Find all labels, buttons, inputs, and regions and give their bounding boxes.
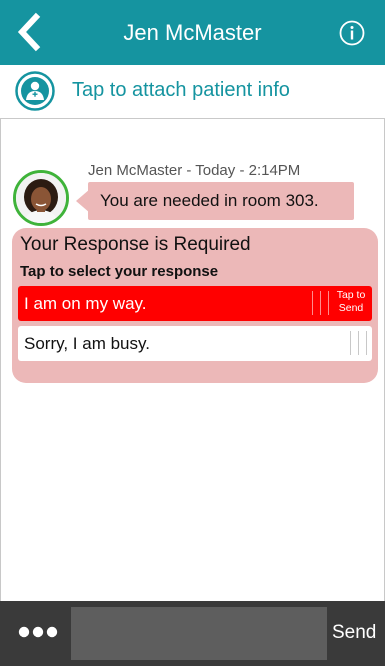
- response-option-on-my-way[interactable]: I am on my way. Tap to Send: [18, 286, 372, 321]
- response-option-label: Sorry, I am busy.: [24, 334, 150, 353]
- drag-handle-line: [320, 291, 321, 315]
- attach-patient-info-row[interactable]: Tap to attach patient info: [0, 65, 385, 119]
- patient-icon: [15, 71, 55, 111]
- response-title: Your Response is Required: [20, 234, 251, 255]
- response-option-busy[interactable]: Sorry, I am busy.: [18, 326, 372, 361]
- info-icon: [339, 20, 365, 46]
- more-options-button[interactable]: [18, 624, 60, 640]
- response-instruction: Tap to select your response: [20, 263, 219, 280]
- message-meta: Jen McMaster - Today - 2:14PM: [88, 162, 301, 179]
- info-button[interactable]: [339, 20, 365, 46]
- message-input[interactable]: [71, 607, 327, 660]
- drag-handle-line: [358, 331, 359, 355]
- drag-handle-line: [350, 331, 351, 355]
- response-option-label: I am on my way.: [24, 294, 147, 313]
- more-dots-icon: [18, 626, 58, 638]
- drag-handle-line: [312, 291, 313, 315]
- send-button[interactable]: Send: [332, 601, 376, 666]
- response-card: Your Response is Required Tap to select …: [12, 228, 378, 383]
- message-text: You are needed in room 303.: [100, 191, 319, 210]
- nav-header: Jen McMaster: [0, 0, 385, 65]
- composer-bar: Send: [0, 601, 385, 666]
- avatar[interactable]: [13, 170, 69, 226]
- conversation-title: Jen McMaster: [123, 20, 262, 45]
- attach-patient-info-label: Tap to attach patient info: [72, 79, 290, 101]
- tap-to-send-hint[interactable]: Tap to Send: [331, 289, 371, 315]
- drag-handle-line: [328, 291, 329, 315]
- avatar-image: [16, 173, 66, 223]
- message-bubble: You are needed in room 303.: [88, 182, 354, 220]
- drag-handle-line: [366, 331, 367, 355]
